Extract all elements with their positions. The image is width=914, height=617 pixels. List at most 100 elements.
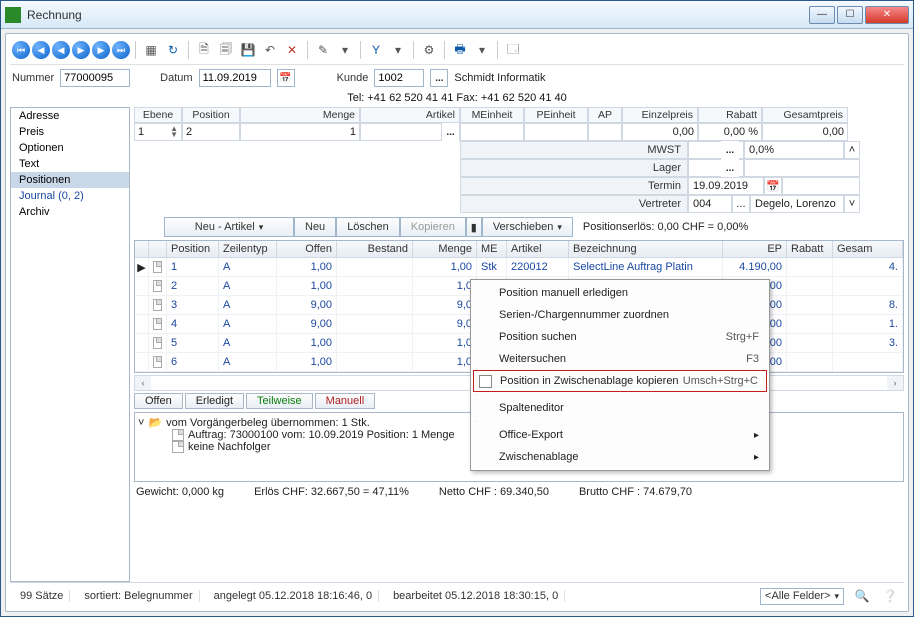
settings-icon[interactable]: ⚙ xyxy=(419,40,439,60)
page-icon xyxy=(153,299,162,311)
termin-calendar-icon[interactable]: 📅 xyxy=(764,177,782,195)
sidebar-item-optionen[interactable]: Optionen xyxy=(11,140,129,156)
main-toolbar: ⏮ ◀ ◀ ▶ ▶ ⏭ ▦ ↻ 🗎 🗐 💾 ↶ ✕ ✎ ▾ Y ▾ ⚙ 🖶 ▾ xyxy=(10,38,904,65)
neu-artikel-button[interactable]: Neu - Artikel xyxy=(164,217,294,237)
save-icon[interactable]: 💾 xyxy=(238,40,258,60)
neu-button[interactable]: Neu xyxy=(294,217,336,237)
mwst-lookup-button[interactable]: ... xyxy=(721,141,739,159)
statusbar: 99 Sätze sortiert: Belegnummer angelegt … xyxy=(10,582,904,607)
filter-combo[interactable]: <Alle Felder> xyxy=(760,588,844,605)
sidebar-item-adresse[interactable]: Adresse xyxy=(11,108,129,124)
nav-last-icon[interactable]: ⏭ xyxy=(112,41,130,59)
nav-first-icon[interactable]: ⏮ xyxy=(12,41,30,59)
position-input[interactable]: 2 xyxy=(182,123,240,141)
context-menu-item[interactable]: Serien-/Chargennummer zuordnen xyxy=(473,304,767,326)
table-row[interactable]: ▶1A1,001,00Stk220012SelectLine Auftrag P… xyxy=(135,258,903,277)
spinner-icon[interactable]: ▲▼ xyxy=(170,126,178,138)
kopieren-button[interactable]: Kopieren xyxy=(400,217,466,237)
col-artikel[interactable]: Artikel xyxy=(507,241,569,258)
nav-next-icon[interactable]: ▶ xyxy=(72,41,90,59)
scroll-down-icon[interactable]: ˅ xyxy=(844,195,860,213)
form-icon[interactable]: 🗔 xyxy=(503,40,523,60)
col-me[interactable]: ME xyxy=(477,241,507,258)
lager-lookup-button[interactable]: ... xyxy=(721,159,739,177)
help-icon[interactable]: ❔ xyxy=(880,586,900,606)
context-menu-item[interactable]: Zwischenablage xyxy=(473,446,767,468)
brutto-label: Brutto CHF : 74.679,70 xyxy=(579,486,692,498)
sidebar-item-preis[interactable]: Preis xyxy=(11,124,129,140)
filter-icon[interactable]: Y xyxy=(366,40,386,60)
tree-toggle-icon[interactable]: ˅ xyxy=(138,417,144,429)
col-zeilentyp[interactable]: Zeilentyp xyxy=(219,241,277,258)
rabatt-input[interactable]: 0,00 % xyxy=(698,123,762,141)
undo-icon[interactable]: ↶ xyxy=(260,40,280,60)
col-ep[interactable]: EP xyxy=(723,241,787,258)
vertreter-value[interactable]: 004 xyxy=(688,195,732,213)
footer-totals: Gewicht: 0,000 kg Erlös CHF: 32.667,50 =… xyxy=(134,482,904,500)
col-bezeichnung[interactable]: Bezeichnung xyxy=(569,241,723,258)
ebene-input[interactable]: 1 xyxy=(138,126,144,138)
nav-next-page-icon[interactable]: ▶ xyxy=(92,41,110,59)
tab-teilweise[interactable]: Teilweise xyxy=(246,393,313,409)
context-menu-item[interactable]: Position manuell erledigen xyxy=(473,282,767,304)
delete-icon[interactable]: ✕ xyxy=(282,40,302,60)
filter-clear-icon[interactable]: 🔍 xyxy=(852,586,872,606)
sidebar-item-archiv[interactable]: Archiv xyxy=(11,204,129,220)
einzelpreis-input[interactable]: 0,00 xyxy=(622,123,698,141)
print-icon[interactable]: 🖶 xyxy=(450,40,470,60)
minimize-button[interactable]: — xyxy=(809,6,835,24)
scroll-up-icon[interactable]: ˄ xyxy=(844,141,860,159)
copy-sep-icon[interactable]: ▮ xyxy=(466,217,482,237)
kunde-lookup-button[interactable]: ... xyxy=(430,69,448,87)
col-rabatt[interactable]: Rabatt xyxy=(787,241,833,258)
dropdown3-icon[interactable]: ▾ xyxy=(472,40,492,60)
kunde-input[interactable] xyxy=(374,69,424,87)
sidebar-item-journal[interactable]: Journal (0, 2) xyxy=(11,188,129,204)
context-menu-item[interactable]: WeitersuchenF3 xyxy=(473,348,767,370)
nummer-input[interactable] xyxy=(60,69,130,87)
new-icon[interactable]: 🗎 xyxy=(194,40,214,60)
wand-icon[interactable]: ✎ xyxy=(313,40,333,60)
loeschen-button[interactable]: Löschen xyxy=(336,217,400,237)
position-column-headers: Ebene Position Menge Artikel MEinheit PE… xyxy=(134,107,904,123)
calendar-icon[interactable]: 📅 xyxy=(277,69,295,87)
context-menu-item[interactable]: Position suchenStrg+F xyxy=(473,326,767,348)
peinheit-input[interactable] xyxy=(524,123,588,141)
maximize-button[interactable]: ☐ xyxy=(837,6,863,24)
sidebar-item-positionen[interactable]: Positionen xyxy=(11,172,129,188)
termin-value[interactable]: 19.09.2019 xyxy=(688,177,764,195)
col-position[interactable]: Position xyxy=(167,241,219,258)
verschieben-button[interactable]: Verschieben xyxy=(482,217,573,237)
refresh-icon[interactable]: ↻ xyxy=(163,40,183,60)
tab-erledigt[interactable]: Erledigt xyxy=(185,393,244,409)
scroll-right-icon[interactable]: › xyxy=(887,376,903,390)
scroll-left-icon[interactable]: ‹ xyxy=(135,376,151,390)
gesamtpreis-input[interactable]: 0,00 xyxy=(762,123,848,141)
nav-prev-icon[interactable]: ◀ xyxy=(52,41,70,59)
copy-icon[interactable]: 🗐 xyxy=(216,40,236,60)
ap-input[interactable] xyxy=(588,123,622,141)
grid-icon[interactable]: ▦ xyxy=(141,40,161,60)
datum-input[interactable] xyxy=(199,69,271,87)
artikel-lookup-button[interactable]: ... xyxy=(441,123,459,141)
context-menu-item[interactable]: Office-Export xyxy=(473,424,767,446)
menge-input[interactable]: 1 xyxy=(240,123,360,141)
col-menge[interactable]: Menge xyxy=(413,241,477,258)
sidebar-item-text[interactable]: Text xyxy=(11,156,129,172)
close-button[interactable]: ✕ xyxy=(865,6,909,24)
tab-offen[interactable]: Offen xyxy=(134,393,183,409)
dropdown2-icon[interactable]: ▾ xyxy=(388,40,408,60)
dropdown-icon[interactable]: ▾ xyxy=(335,40,355,60)
meinheit-input[interactable] xyxy=(460,123,524,141)
col-bestand[interactable]: Bestand xyxy=(337,241,413,258)
tab-manuell[interactable]: Manuell xyxy=(315,393,376,409)
col-offen[interactable]: Offen xyxy=(277,241,337,258)
nav-prev-page-icon[interactable]: ◀ xyxy=(32,41,50,59)
lager-value[interactable] xyxy=(744,159,860,177)
vertreter-lookup-button[interactable]: ... xyxy=(732,195,750,213)
tree-line2[interactable]: Auftrag: 73000100 vom: 10.09.2019 Positi… xyxy=(188,429,455,441)
context-menu-item[interactable]: Spalteneditor xyxy=(473,397,767,419)
titlebar[interactable]: Rechnung — ☐ ✕ xyxy=(1,1,913,29)
context-menu-item[interactable]: Position in Zwischenablage kopierenUmsch… xyxy=(473,370,767,392)
col-gesam[interactable]: Gesam xyxy=(833,241,903,258)
